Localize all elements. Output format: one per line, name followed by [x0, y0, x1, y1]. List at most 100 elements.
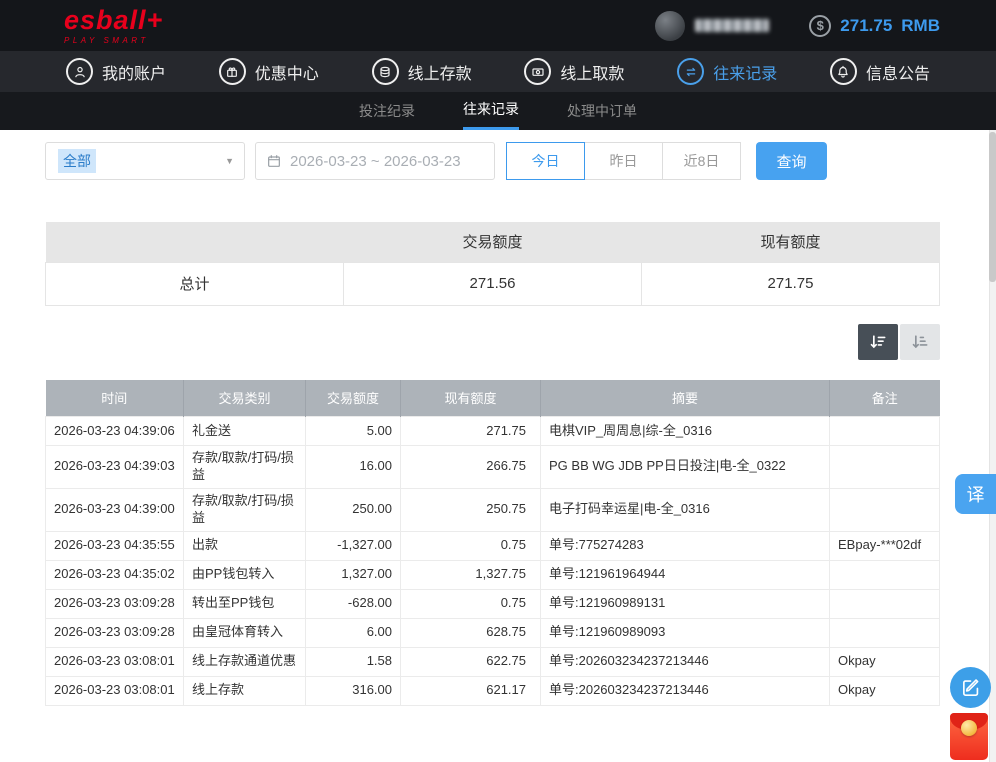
cell-type: 出款: [184, 531, 306, 560]
red-envelope-button[interactable]: [950, 713, 988, 760]
cell-amount: 250.00: [306, 488, 401, 531]
cell-time: 2026-03-23 04:39:00: [46, 488, 184, 531]
sort-asc-icon: [910, 332, 930, 352]
nav-label: 优惠中心: [255, 60, 319, 84]
cell-time: 2026-03-23 04:35:02: [46, 560, 184, 589]
transfer-records-icon: [677, 58, 704, 85]
table-row: 2026-03-23 03:08:01 线上存款 316.00 621.17 单…: [46, 676, 940, 705]
cell-time: 2026-03-23 03:08:01: [46, 676, 184, 705]
yesterday-button[interactable]: 昨日: [584, 142, 663, 180]
sort-desc-button[interactable]: [858, 324, 898, 360]
chevron-down-icon: ▼: [225, 156, 234, 166]
cell-summary: 单号:121960989131: [541, 589, 830, 618]
cell-amount: -1,327.00: [306, 531, 401, 560]
translate-button[interactable]: 译: [955, 474, 996, 514]
scrollbar[interactable]: [989, 130, 996, 762]
summary-total-balance: 271.75: [642, 262, 940, 305]
col-type: 交易类别: [184, 380, 306, 417]
records-table: 时间 交易类别 交易额度 现有额度 摘要 备注 2026-03-23 04:39…: [45, 380, 940, 706]
cell-balance: 250.75: [401, 488, 541, 531]
feedback-button[interactable]: [950, 667, 991, 708]
dollar-icon: $: [809, 15, 831, 37]
table-row: 2026-03-23 03:08:01 线上存款通道优惠 1.58 622.75…: [46, 647, 940, 676]
search-button[interactable]: 查询: [756, 142, 827, 180]
summary-total-row: 总计 271.56 271.75: [46, 262, 940, 305]
cell-amount: 5.00: [306, 417, 401, 446]
cell-type: 由PP钱包转入: [184, 560, 306, 589]
nav-label: 我的账户: [102, 60, 166, 84]
cell-type: 存款/取款/打码/损益: [184, 446, 306, 489]
records-header-row: 时间 交易类别 交易额度 现有额度 摘要 备注: [46, 380, 940, 417]
nav-item-records[interactable]: 往来记录: [677, 58, 777, 85]
cell-summary: 单号:775274283: [541, 531, 830, 560]
tab-processing-orders[interactable]: 处理中订单: [567, 92, 637, 130]
cell-type: 礼金送: [184, 417, 306, 446]
account-icon: [66, 58, 93, 85]
cell-balance: 622.75: [401, 647, 541, 676]
logo[interactable]: esball+ PLAY SMART: [64, 7, 163, 45]
cell-remark: [830, 417, 940, 446]
user-menu[interactable]: [655, 11, 769, 41]
table-row: 2026-03-23 04:39:03 存款/取款/打码/损益 16.00 26…: [46, 446, 940, 489]
cell-balance: 271.75: [401, 417, 541, 446]
type-dropdown[interactable]: 全部 ▼: [45, 142, 245, 180]
cell-amount: 1.58: [306, 647, 401, 676]
tab-betting-records[interactable]: 投注纪录: [359, 92, 415, 130]
date-range-input[interactable]: 2026-03-23 ~ 2026-03-23: [255, 142, 495, 180]
col-amount: 交易额度: [306, 380, 401, 417]
table-row: 2026-03-23 04:35:02 由PP钱包转入 1,327.00 1,3…: [46, 560, 940, 589]
avatar: [655, 11, 685, 41]
nav-item-withdraw[interactable]: 线上取款: [524, 58, 624, 85]
cell-balance: 0.75: [401, 589, 541, 618]
sub-nav: 投注纪录 往来记录 处理中订单: [0, 92, 996, 130]
table-row: 2026-03-23 04:39:06 礼金送 5.00 271.75 电棋VI…: [46, 417, 940, 446]
cell-remark: [830, 560, 940, 589]
summary-corner: [46, 222, 344, 262]
cell-balance: 1,327.75: [401, 560, 541, 589]
cell-summary: 电子打码幸运星|电-全_0316: [541, 488, 830, 531]
cell-balance: 621.17: [401, 676, 541, 705]
today-button[interactable]: 今日: [506, 142, 585, 180]
cell-type: 线上存款通道优惠: [184, 647, 306, 676]
cell-summary: 单号:202603234237213446: [541, 676, 830, 705]
cell-time: 2026-03-23 03:08:01: [46, 647, 184, 676]
cell-remark: [830, 446, 940, 489]
summary-col-balance: 现有额度: [642, 222, 940, 262]
table-row: 2026-03-23 03:09:28 由皇冠体育转入 6.00 628.75 …: [46, 618, 940, 647]
cell-time: 2026-03-23 04:35:55: [46, 531, 184, 560]
tab-transaction-records[interactable]: 往来记录: [463, 92, 519, 130]
cell-time: 2026-03-23 04:39:06: [46, 417, 184, 446]
nav-item-deposit[interactable]: 线上存款: [372, 58, 472, 85]
summary-total-label: 总计: [46, 262, 344, 305]
nav-label: 往来记录: [713, 60, 777, 84]
cell-time: 2026-03-23 04:39:03: [46, 446, 184, 489]
cell-amount: 1,327.00: [306, 560, 401, 589]
gift-icon: [219, 58, 246, 85]
cell-summary: 单号:121961964944: [541, 560, 830, 589]
cell-time: 2026-03-23 03:09:28: [46, 618, 184, 647]
compose-icon: [960, 677, 982, 699]
cell-remark: [830, 488, 940, 531]
cell-amount: 6.00: [306, 618, 401, 647]
nav-label: 线上取款: [560, 60, 624, 84]
cell-time: 2026-03-23 03:09:28: [46, 589, 184, 618]
cell-summary: PG BB WG JDB PP日日投注|电-全_0322: [541, 446, 830, 489]
balance[interactable]: $ 271.75 RMB: [809, 15, 940, 37]
balance-amount: 271.75: [840, 16, 892, 36]
last8days-button[interactable]: 近8日: [662, 142, 741, 180]
nav-item-announcements[interactable]: 信息公告: [830, 58, 930, 85]
table-row: 2026-03-23 03:09:28 转出至PP钱包 -628.00 0.75…: [46, 589, 940, 618]
col-summary: 摘要: [541, 380, 830, 417]
sort-asc-button[interactable]: [900, 324, 940, 360]
scrollbar-thumb[interactable]: [989, 132, 996, 282]
type-dropdown-value: 全部: [58, 149, 96, 173]
bell-icon: [830, 58, 857, 85]
nav-item-promotions[interactable]: 优惠中心: [219, 58, 319, 85]
nav-item-account[interactable]: 我的账户: [66, 58, 166, 85]
quick-range-group: 今日 昨日 近8日: [506, 142, 741, 180]
content: 全部 ▼ 2026-03-23 ~ 2026-03-23 今日 昨日 近8日 查…: [45, 142, 940, 706]
cell-summary: 单号:202603234237213446: [541, 647, 830, 676]
summary-total-transaction: 271.56: [344, 262, 642, 305]
top-bar: esball+ PLAY SMART $ 271.75 RMB: [0, 0, 996, 51]
cell-balance: 0.75: [401, 531, 541, 560]
